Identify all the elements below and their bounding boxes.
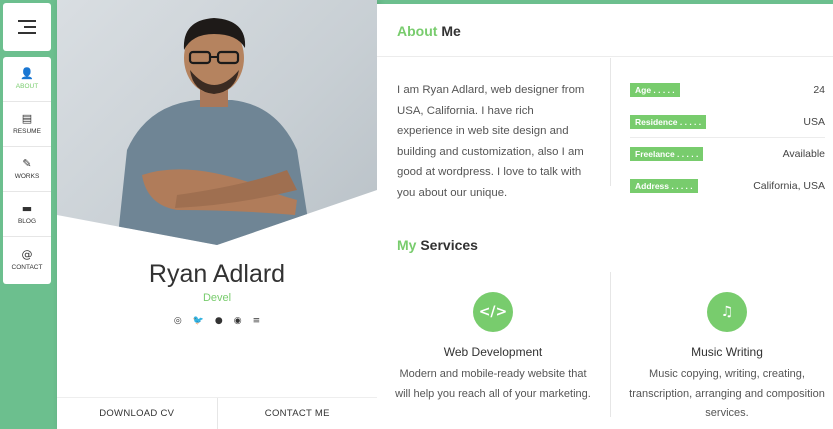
services-title: My Services <box>391 235 478 253</box>
nav-item-about[interactable]: 👤 ABOUT <box>3 57 51 102</box>
title-rest: Services <box>420 237 478 253</box>
profile-name: Ryan Adlard <box>148 260 286 288</box>
chat-icon: ▬ <box>21 202 33 215</box>
at-icon: @ <box>21 247 33 261</box>
info-label: Residence . . . . . <box>630 115 707 129</box>
title-rest: Me <box>441 23 461 39</box>
info-value: USA <box>803 116 825 128</box>
nav-item-label: BLOG <box>17 218 37 225</box>
info-label: Address . . . . . <box>630 179 698 193</box>
main-content: About Me I am Ryan Adlard, web designer … <box>377 4 833 429</box>
info-row: Freelance . . . . . Available <box>630 138 825 170</box>
dribbble-icon[interactable]: ◎ <box>174 316 182 326</box>
divider <box>377 56 833 57</box>
about-bio: I am Ryan Adlard, web designer from USA,… <box>397 84 585 199</box>
service-description: Music copying, writing, creating, transc… <box>629 368 825 419</box>
document-icon: ▤ <box>21 112 33 125</box>
info-label: Freelance . . . . . <box>630 147 704 161</box>
title-highlight: About <box>397 23 438 39</box>
menu-button[interactable] <box>3 3 51 51</box>
hamburger-icon <box>18 18 36 36</box>
service-name: Music Writing <box>691 345 763 359</box>
spotify-icon[interactable]: ◉ <box>234 316 242 326</box>
nav-item-label: WORKS <box>14 173 40 180</box>
side-nav: 👤 ABOUT ▤ RESUME ✎ WORKS ▬ BLOG @ CONTAC… <box>3 57 51 284</box>
stackoverflow-icon[interactable]: ≡ <box>253 316 261 326</box>
info-value: Available <box>782 148 825 160</box>
nav-item-contact[interactable]: @ CONTACT <box>3 237 51 282</box>
github-icon[interactable]: ● <box>215 316 223 326</box>
music-icon: ♫ <box>707 292 747 332</box>
nav-item-resume[interactable]: ▤ RESUME <box>3 102 51 147</box>
info-list: Age . . . . . 24 Residence . . . . . USA… <box>630 74 825 202</box>
info-row: Residence . . . . . USA <box>630 106 825 138</box>
info-value: California, USA <box>753 180 825 192</box>
service-description: Modern and mobile-ready website that wil… <box>395 368 591 400</box>
nav-item-label: CONTACT <box>11 263 43 271</box>
nav-item-label: RESUME <box>13 128 41 135</box>
download-cv-button[interactable]: DOWNLOAD CV <box>57 398 218 429</box>
title-highlight: My <box>397 237 417 253</box>
social-links: ◎ 🐦 ● ◉ ≡ <box>57 316 377 326</box>
brush-icon: ✎ <box>22 157 32 170</box>
vertical-divider <box>610 272 611 417</box>
info-row: Age . . . . . 24 <box>630 74 825 106</box>
vertical-divider <box>610 58 611 186</box>
nav-item-blog[interactable]: ▬ BLOG <box>3 192 51 237</box>
code-icon: </> <box>473 292 513 332</box>
profile-photo <box>57 0 377 245</box>
profile-role: Devel <box>202 292 232 304</box>
info-value: 24 <box>813 84 825 96</box>
card-buttons: DOWNLOAD CV CONTACT ME <box>57 397 377 429</box>
info-label: Age . . . . . <box>630 83 680 97</box>
about-title: About Me <box>391 21 461 39</box>
profile-card: Ryan Adlard Devel ◎ 🐦 ● ◉ ≡ DOWNLOAD CV … <box>57 0 377 429</box>
contact-me-button[interactable]: CONTACT ME <box>218 398 378 429</box>
user-icon: 👤 <box>20 67 34 80</box>
service-name: Web Development <box>443 345 543 359</box>
info-row: Address . . . . . California, USA <box>630 170 825 202</box>
service-card: ♫ Music Writing Music copying, writing, … <box>627 292 827 424</box>
nav-item-label: ABOUT <box>15 83 39 90</box>
twitter-icon[interactable]: 🐦 <box>193 316 204 326</box>
nav-item-works[interactable]: ✎ WORKS <box>3 147 51 192</box>
service-card: </> Web Development Modern and mobile-re… <box>393 292 593 404</box>
